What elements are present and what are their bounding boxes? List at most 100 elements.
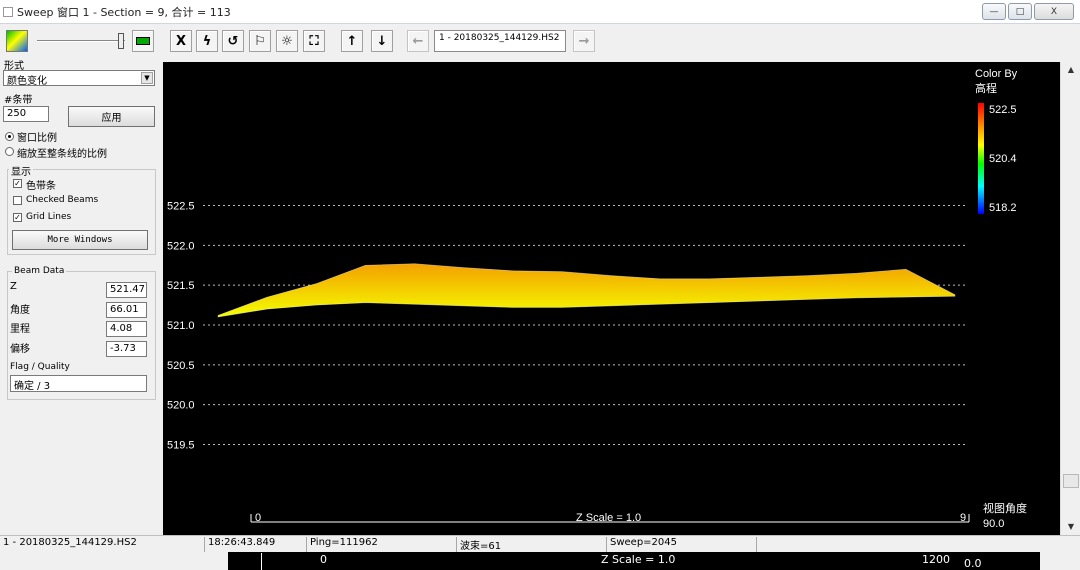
lower-plot: 0 Z Scale = 1.0 1200 0.0: [228, 552, 1040, 570]
flag-icon: ⚐: [254, 33, 266, 49]
band-slider[interactable]: [36, 30, 126, 52]
sweep-plot[interactable]: 522.5 522.0 521.5 521.0 520.5 520.0 519.5 Colo…: [163, 62, 1060, 535]
y-tick-label: 520.5: [167, 360, 195, 372]
flag-quality-value: 确定 / 3: [10, 375, 147, 392]
style-select-value: 颜色变化: [7, 76, 47, 87]
lower-x-end: 1200: [922, 553, 950, 566]
up-arrow-button[interactable]: ↑: [341, 30, 363, 52]
check-grid-label: Grid Lines: [26, 212, 72, 222]
status-empty: [756, 537, 1080, 552]
view-angle-label: 视图角度: [983, 501, 1027, 515]
chevron-down-icon[interactable]: ▼: [141, 72, 153, 84]
lightning-icon: ϟ: [202, 33, 212, 49]
slider-thumb[interactable]: [118, 30, 124, 52]
slider-track: [37, 40, 125, 42]
lower-value: 0.0: [964, 557, 982, 570]
check-colorbar-label: 色带条: [26, 181, 56, 192]
down-arrow-icon: ↓: [376, 33, 388, 49]
window-controls: — □ X: [982, 3, 1074, 20]
left-arrow-button[interactable]: ←: [407, 30, 429, 52]
window-title: Sweep 窗口 1 - Section = 9, 合计 = 113: [17, 5, 231, 19]
undo-button[interactable]: ↺: [222, 30, 244, 52]
toolbar: Xϟ ↺ ⚐ ☼ ⛶ ↑ ↓ ← → 1 - 20180325_144129.HS2: [0, 25, 1080, 61]
x-cut-button[interactable]: X: [170, 30, 192, 52]
beam-row-label: 偏移: [10, 343, 30, 355]
sweep-plot-svg: 522.5 522.0 521.5 521.0 520.5 520.0 519.5 Colo…: [163, 62, 1060, 535]
y-tick-label: 521.5: [167, 280, 195, 292]
lower-x-start: 0: [320, 553, 327, 566]
vertical-scrollbar[interactable]: ▲ ▼: [1060, 62, 1080, 535]
color-toggle-button[interactable]: [132, 30, 154, 52]
check-grid[interactable]: ✓: [13, 213, 22, 222]
colorbar-tick-mid: 520.4: [989, 153, 1017, 165]
x-axis-end-label: 9: [960, 512, 966, 524]
x-cut-icon: X: [175, 33, 187, 49]
beam-data-title: Beam Data: [12, 266, 67, 276]
lower-z-scale: Z Scale = 1.0: [601, 553, 676, 566]
left-arrow-icon: ←: [412, 33, 424, 49]
undo-icon: ↺: [227, 33, 239, 49]
file-selector[interactable]: 1 - 20180325_144129.HS2: [434, 30, 566, 52]
title-bar: Sweep 窗口 1 - Section = 9, 合计 = 113 — □ X: [0, 0, 1080, 24]
maximize-button[interactable]: □: [1008, 3, 1032, 20]
radio-fit-line[interactable]: [5, 147, 14, 156]
scroll-down-icon[interactable]: ▼: [1063, 519, 1079, 535]
left-panel: 形式 颜色变化 ▼ #条带 250 应用 窗口比例 缩放至整条线的比例 显示 ✓…: [0, 61, 162, 535]
grid-lines: [203, 205, 965, 445]
lightning-button[interactable]: ϟ: [196, 30, 218, 52]
y-tick-label: 522.5: [167, 201, 195, 213]
point-cloud: [217, 263, 956, 318]
color-swatch-button[interactable]: [6, 30, 28, 52]
check-beams-label: Checked Beams: [26, 195, 99, 205]
z-scale-label: Z Scale = 1.0: [576, 512, 641, 524]
beam-row-value: 66.01: [106, 301, 147, 318]
scroll-up-icon[interactable]: ▲: [1063, 62, 1079, 78]
slider-thumb-handle: [118, 33, 124, 49]
beam-row-value: 4.08: [106, 321, 147, 337]
beam-row-label: 里程: [10, 324, 30, 335]
beam-row-value: 521.47: [106, 282, 147, 298]
minimize-button[interactable]: —: [982, 3, 1006, 20]
status-sweep: Sweep=2045: [606, 537, 756, 552]
right-arrow-icon: →: [578, 33, 590, 49]
fit-view-button[interactable]: ⛶: [303, 30, 325, 52]
beam-row-label: 角度: [10, 304, 30, 316]
y-tick-label: 522.0: [167, 240, 195, 252]
status-beam: 波束=61: [456, 537, 606, 552]
bands-input[interactable]: 250: [3, 106, 49, 122]
flag-button[interactable]: ⚐: [249, 30, 271, 52]
right-arrow-button[interactable]: →: [573, 30, 595, 52]
apply-button[interactable]: 应用: [68, 106, 155, 127]
lower-axis-tick: [261, 553, 262, 570]
app-icon: [3, 6, 13, 17]
beam-row-label: Z: [10, 281, 17, 292]
bands-label: #条带: [4, 95, 33, 106]
radio-window-scale-label: 窗口比例: [17, 133, 57, 144]
colorbar-title-1: Color By: [975, 68, 1018, 80]
more-windows-button[interactable]: More Windows: [12, 230, 148, 250]
display-group-title: 显示: [9, 163, 33, 178]
radio-fit-line-label: 缩放至整条线的比例: [17, 149, 107, 160]
status-ping: Ping=111962: [306, 537, 456, 552]
colorbar-tick-max: 522.5: [989, 104, 1017, 116]
sun-button[interactable]: ☼: [276, 30, 298, 52]
radio-window-scale[interactable]: [5, 132, 14, 141]
up-arrow-icon: ↑: [346, 33, 358, 49]
colorbar-title-2: 高程: [975, 81, 997, 95]
green-bar-icon: [136, 37, 150, 45]
close-button[interactable]: X: [1034, 3, 1074, 20]
color-palette-icon: [6, 30, 28, 52]
check-beams[interactable]: [13, 196, 22, 205]
y-tick-labels: 522.5 522.0 521.5 521.0 520.5 520.0 519.5: [167, 201, 195, 452]
style-select[interactable]: 颜色变化 ▼: [3, 70, 155, 87]
fit-view-icon: ⛶: [309, 33, 319, 49]
status-bar: 1 - 20180325_144129.HS2 18:26:43.849 Pin…: [0, 535, 1080, 552]
lower-window: 0 Z Scale = 1.0 1200 0.0: [0, 552, 1080, 570]
check-colorbar[interactable]: ✓: [13, 179, 22, 188]
flag-quality-label: Flag / Quality: [10, 362, 70, 372]
down-arrow-button[interactable]: ↓: [371, 30, 393, 52]
y-tick-label: 520.0: [167, 400, 195, 412]
x-axis-start-label: 0: [255, 512, 261, 524]
scrollbar-thumb[interactable]: [1063, 474, 1079, 488]
colorbar-gradient: [978, 103, 984, 214]
